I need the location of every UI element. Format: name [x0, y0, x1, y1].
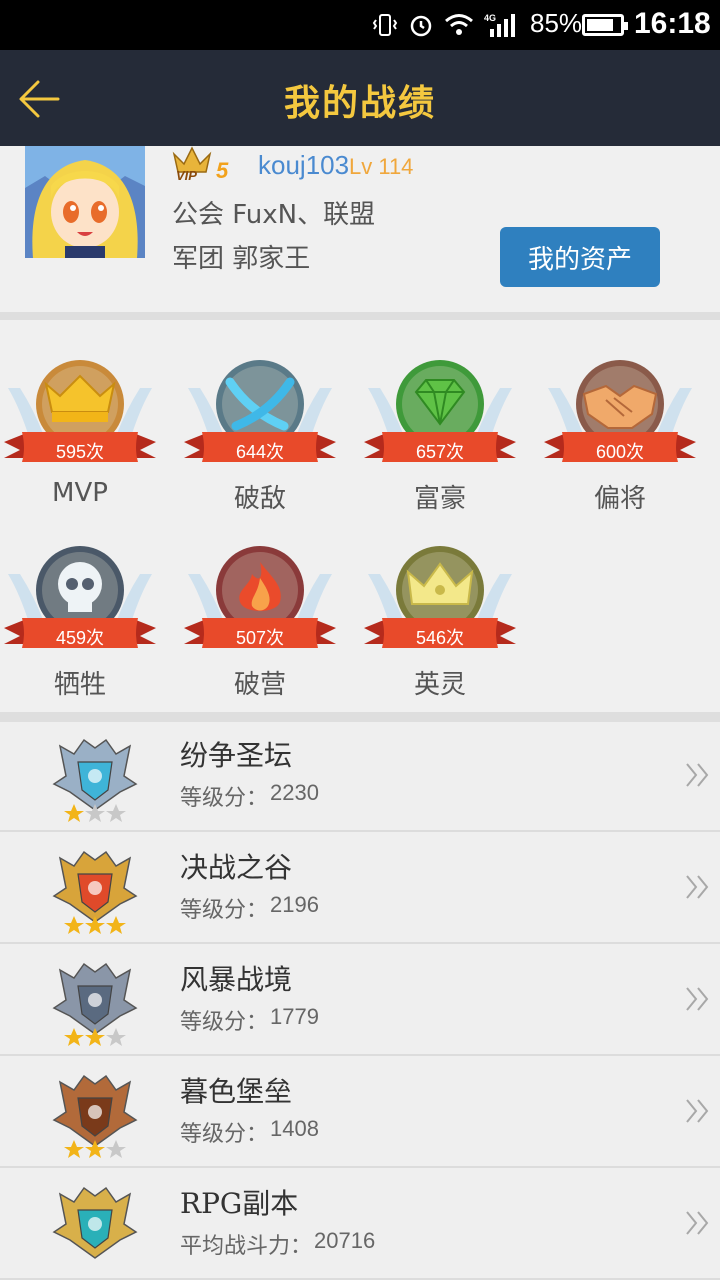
achievement-item[interactable]: 644次破敌: [180, 348, 340, 514]
achievement-item[interactable]: 507次破营: [180, 534, 340, 700]
achievement-item[interactable]: 595次 MVP: [0, 348, 160, 508]
achievement-item[interactable]: 459次牺牲: [0, 534, 160, 700]
svg-text:4G: 4G: [484, 13, 496, 23]
rank-star-icon: [106, 916, 126, 934]
rank-badge-icon: [52, 962, 138, 1046]
game-mode-score-label: 等级分：: [180, 1122, 269, 1147]
achievement-count: 459次: [55, 628, 105, 648]
status-bar: 4G 85% 16:18: [0, 0, 720, 50]
guild-info: 公会 FuxN、联盟: [172, 200, 376, 230]
profile-card: VIP 5 kouj103 Lv 114 公会 FuxN、联盟 军团 郭家王 我…: [0, 146, 720, 312]
game-mode-row[interactable]: 纷争圣坛等级分： 2230: [0, 722, 720, 832]
clock-time: 16:18: [634, 7, 711, 40]
page-title: 我的战绩: [283, 82, 436, 124]
rank-star-icon: [106, 804, 126, 822]
player-level: Lv 114: [349, 154, 414, 179]
vibrate-icon: [372, 14, 398, 36]
game-mode-score: 20716: [314, 1228, 376, 1253]
rank-star-icon: [85, 1140, 105, 1158]
achievement-item[interactable]: 600次偏将: [540, 348, 700, 514]
vip-badge-icon: VIP 5: [172, 146, 229, 182]
rank-star-icon: [85, 1028, 105, 1046]
game-mode-score: 2230: [270, 780, 319, 805]
achievement-item[interactable]: 657次富豪: [360, 348, 520, 514]
game-mode-score: 1408: [270, 1116, 319, 1141]
double-chevron-right-icon: [686, 987, 709, 1011]
double-chevron-right-icon: [686, 875, 709, 899]
battery-icon: [582, 14, 628, 36]
rank-star-icon: [64, 1140, 84, 1158]
rank-badge-icon: [52, 1074, 138, 1158]
achievement-label: 牺牲: [53, 670, 106, 700]
achievement-count: 507次: [235, 628, 285, 648]
achievement-count: 657次: [415, 442, 465, 462]
achievement-label: 富豪: [413, 484, 466, 514]
game-mode-score-label: 等级分：: [180, 898, 269, 923]
achievement-item[interactable]: 546次英灵: [360, 534, 520, 700]
battery-percent: 85%: [530, 8, 583, 38]
rank-star-icon: [64, 916, 84, 934]
rank-star-icon: [64, 804, 84, 822]
game-mode-score: 1779: [270, 1004, 319, 1029]
achievement-count: 595次: [55, 442, 105, 462]
game-mode-name: 风暴战境: [180, 963, 293, 996]
rank-star-icon: [85, 916, 105, 934]
double-chevron-right-icon: [686, 1211, 709, 1235]
rank-badge-icon: [52, 738, 138, 822]
game-mode-name: 纷争圣坛: [180, 739, 293, 772]
my-assets-button[interactable]: 我的资产: [500, 227, 660, 287]
rank-star-icon: [106, 1140, 126, 1158]
game-mode-row[interactable]: RPG副本平均战斗力： 20716: [0, 1170, 720, 1280]
achievement-count: 546次: [415, 628, 465, 648]
rank-star-icon: [85, 804, 105, 822]
game-mode-row[interactable]: 暮色堡垒等级分： 1408: [0, 1058, 720, 1168]
game-mode-score-label: 等级分：: [180, 786, 269, 811]
section-divider: [0, 712, 720, 722]
game-mode-name: 决战之谷: [180, 851, 293, 884]
game-mode-score-label: 等级分：: [180, 1010, 269, 1035]
game-mode-score: 2196: [270, 892, 319, 917]
section-divider: [0, 312, 720, 320]
rank-star-icon: [64, 1028, 84, 1046]
achievement-label: 偏将: [593, 484, 646, 514]
game-mode-row[interactable]: 决战之谷等级分： 2196: [0, 834, 720, 944]
status-icons: 4G: [372, 10, 522, 40]
avatar[interactable]: [25, 146, 145, 258]
rank-star-icon: [106, 1028, 126, 1046]
legion-info: 军团 郭家王: [172, 244, 311, 274]
game-mode-score-label: 平均战斗力：: [180, 1234, 313, 1259]
signal-icon: 4G: [484, 13, 515, 37]
achievement-grid: 595次 MVP 644次 破敌 657次 富豪 600次 偏将 459次 牺牲 507次 破营 546…: [0, 320, 720, 712]
rank-badge-icon: [52, 850, 138, 934]
svg-text:VIP: VIP: [176, 168, 197, 182]
achievement-label: 英灵: [413, 670, 466, 700]
svg-text:5: 5: [216, 158, 229, 182]
game-mode-row[interactable]: 风暴战境等级分： 1779: [0, 946, 720, 1056]
achievement-label: 破敌: [233, 484, 286, 514]
game-mode-name: RPG副本: [180, 1187, 299, 1220]
alarm-icon: [410, 15, 432, 37]
achievement-count: 644次: [235, 442, 285, 462]
double-chevron-right-icon: [686, 1099, 709, 1123]
double-chevron-right-icon: [686, 763, 709, 787]
wifi-icon: [445, 14, 473, 35]
username: kouj103: [258, 150, 350, 180]
nav-bar: 我的战绩: [0, 50, 720, 146]
achievement-label: 破营: [233, 670, 286, 700]
achievement-label: MVP: [52, 478, 108, 508]
game-mode-name: 暮色堡垒: [180, 1075, 293, 1108]
rank-badge-icon: [52, 1186, 138, 1259]
achievement-count: 600次: [595, 442, 645, 462]
